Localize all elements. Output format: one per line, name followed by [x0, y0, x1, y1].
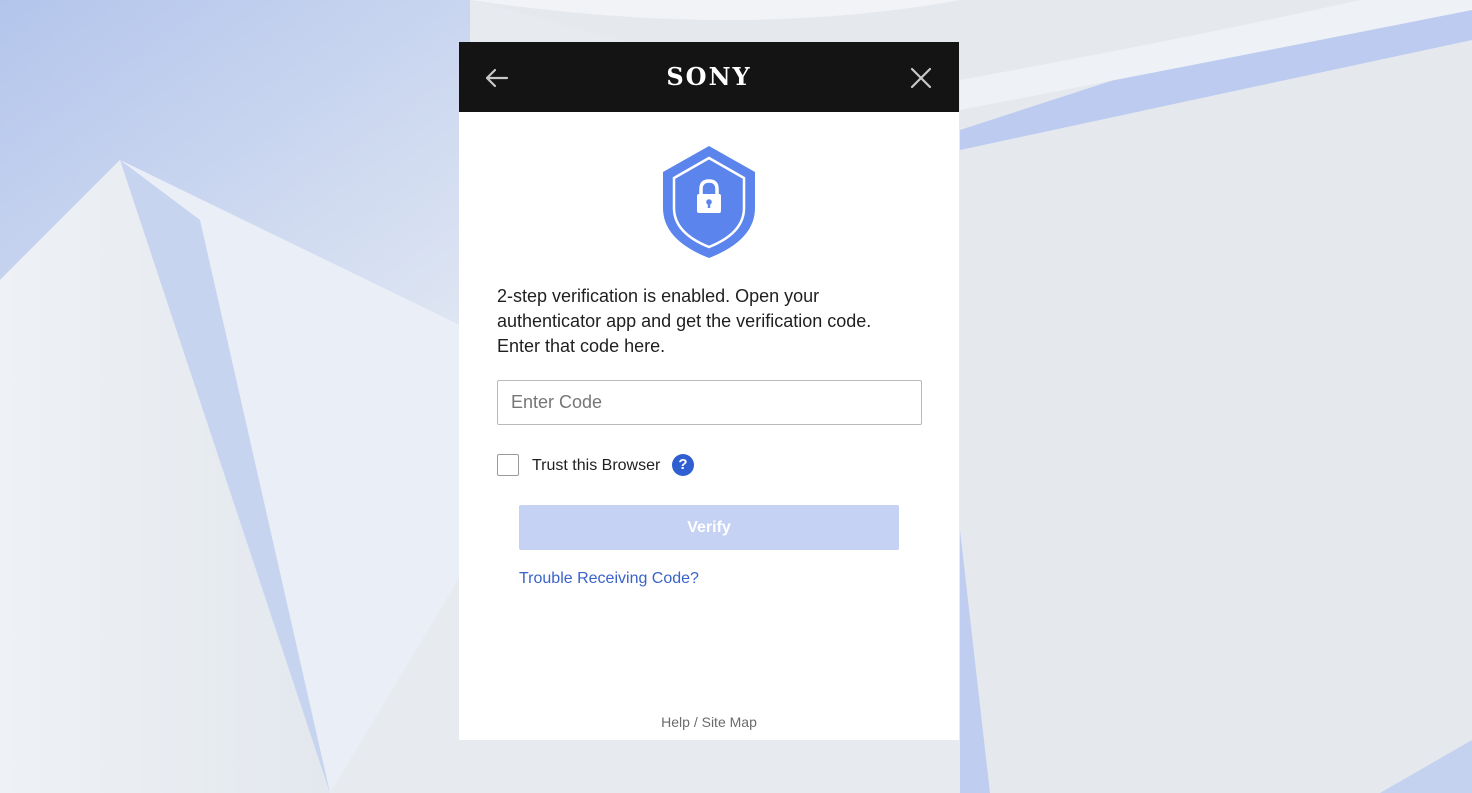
shield-lock-icon [663, 146, 755, 258]
trust-browser-checkbox[interactable] [497, 454, 519, 476]
close-icon [910, 67, 932, 89]
arrow-left-icon [485, 68, 509, 88]
close-button[interactable] [905, 62, 937, 94]
back-button[interactable] [481, 62, 513, 94]
footer-links: Help / Site Map [459, 714, 959, 730]
instruction-message: 2-step verification is enabled. Open you… [497, 286, 872, 356]
verify-button[interactable]: Verify [519, 505, 899, 550]
site-map-link[interactable]: Site Map [702, 714, 757, 730]
sony-logo: SONY [666, 62, 752, 91]
verification-code-input[interactable] [497, 380, 922, 425]
header-bar: SONY [459, 42, 959, 112]
help-link[interactable]: Help [661, 714, 690, 730]
verification-dialog: SONY 2-step verification is enabled. Ope… [459, 42, 959, 740]
trust-browser-label: Trust this Browser [532, 457, 661, 474]
question-circle-icon[interactable]: ? [672, 454, 694, 476]
trouble-receiving-code-link[interactable]: Trouble Receiving Code? [519, 569, 699, 588]
footer-separator: / [689, 714, 702, 730]
